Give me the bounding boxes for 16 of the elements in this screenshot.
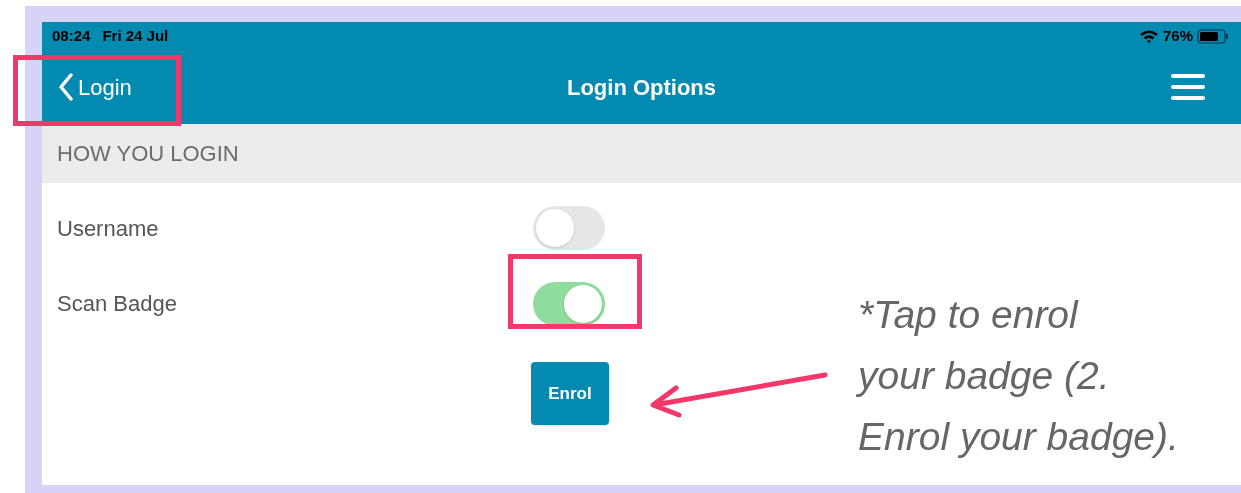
toggle-switch[interactable] [533, 206, 605, 250]
status-date: Fri 24 Jul [102, 25, 169, 46]
section-header: HOW YOU LOGIN [57, 140, 239, 168]
chevron-left-icon [58, 73, 74, 101]
back-button[interactable]: Login [58, 70, 132, 104]
enrol-button[interactable]: Enrol [531, 362, 609, 425]
annotation-note: *Tap to enrol your badge (2. Enrol your badge). [858, 292, 1179, 460]
battery-percent: 76% [1162, 25, 1193, 46]
wifi-icon [1138, 28, 1159, 44]
menu-icon[interactable] [1171, 73, 1205, 101]
toggle-switch[interactable] [533, 281, 605, 326]
option-label: Username [56, 214, 160, 243]
screen-title: Login Options [566, 73, 717, 102]
option-label: Scan Badge [56, 290, 178, 318]
battery-icon [1197, 28, 1229, 44]
status-time: 08:24 [52, 25, 91, 46]
